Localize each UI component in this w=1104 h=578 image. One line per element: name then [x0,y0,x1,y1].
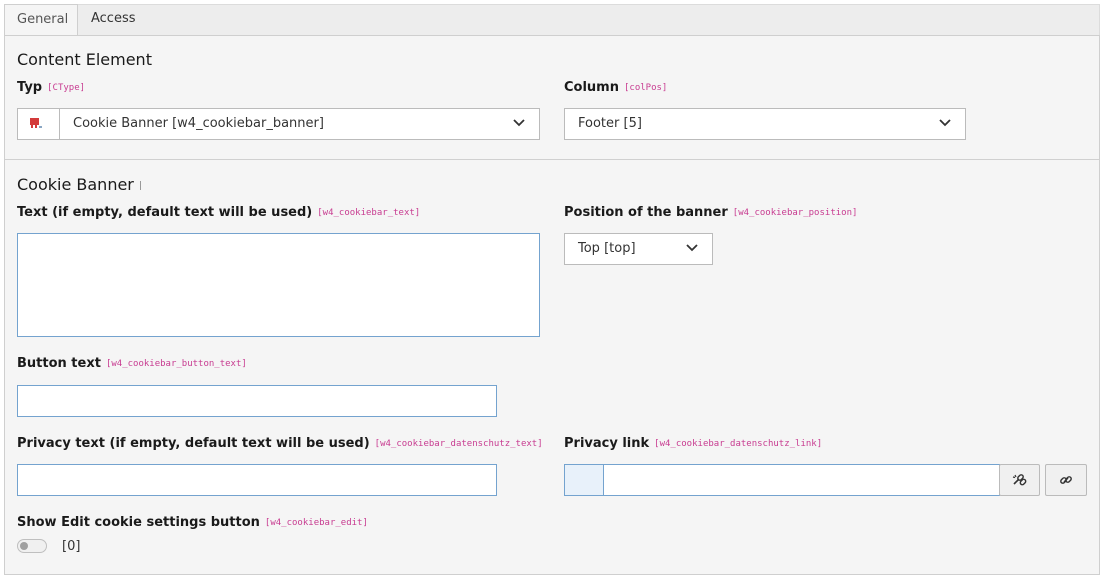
privacy-link-label: Privacy link [w4_cookiebar_datenschutz_li… [564,436,822,451]
edit-button-field-code: [w4_cookiebar_edit] [264,518,368,528]
position-select[interactable]: Top [top] [564,233,713,265]
toggle-knob [20,542,28,550]
button-text-field-code: [w4_cookiebar_button_text] [105,359,247,369]
chevron-down-icon [686,244,698,252]
privacy-text-input[interactable] [17,464,497,496]
typ-label: Typ [CType] [17,80,85,95]
button-text-input[interactable] [17,385,497,417]
privacy-link-field-code: [w4_cookiebar_datenschutz_link] [654,439,823,449]
privacy-link-addon [564,464,604,496]
link-wizard-icon [1012,474,1026,486]
section-title-content-element: Content Element [17,50,152,69]
typ-select[interactable]: Cookie Banner [w4_cookiebar_banner] [17,108,540,140]
form-panel: Content Element Typ [CType] Cookie Banner… [4,35,1100,575]
privacy-link-input[interactable] [603,464,1000,496]
typ-select-value: Cookie Banner [w4_cookiebar_banner] [73,116,324,131]
privacy-link-label-text: Privacy link [564,436,650,451]
link-button[interactable] [1045,464,1087,496]
tab-general[interactable]: General [4,4,78,37]
position-field-code: [w4_cookiebar_position] [732,208,858,218]
tab-access[interactable]: Access [79,4,145,37]
section-title-text: Content Element [17,50,152,69]
section-title-marker [139,181,141,190]
column-field-code: [colPos] [623,83,668,93]
edit-button-toggle[interactable] [17,539,47,553]
column-label-text: Column [564,80,619,95]
text-label-text: Text (if empty, default text will be use… [17,205,313,220]
column-select-value: Footer [5] [578,116,642,131]
tab-bar: General Access [4,4,1100,37]
chevron-down-icon [939,119,951,127]
section-divider [5,159,1099,160]
privacy-text-label-text: Privacy text (if empty, default text wil… [17,436,370,451]
edit-button-label: Show Edit cookie settings button [w4_cook… [17,515,368,530]
position-label-text: Position of the banner [564,205,728,220]
link-icon [1060,476,1072,484]
section-title-cookie-banner: Cookie Banner [17,175,141,194]
edit-button-label-text: Show Edit cookie settings button [17,515,260,530]
position-select-value: Top [top] [578,241,636,256]
text-field-code: [w4_cookiebar_text] [317,208,421,218]
position-label: Position of the banner [w4_cookiebar_posi… [564,205,857,220]
typ-field-code: [CType] [47,83,86,93]
link-wizard-button[interactable] [999,464,1040,496]
privacy-text-field-code: [w4_cookiebar_datenschutz_text] [374,439,543,449]
column-select[interactable]: Footer [5] [564,108,966,140]
button-text-label: Button text [w4_cookiebar_button_text] [17,356,247,371]
column-label: Column [colPos] [564,80,667,95]
typ-label-text: Typ [17,80,43,95]
privacy-text-label: Privacy text (if empty, default text wil… [17,436,543,451]
text-textarea[interactable] [17,233,540,337]
chevron-down-icon [513,119,525,127]
text-label: Text (if empty, default text will be use… [17,205,420,220]
cookie-banner-content-icon [30,118,42,128]
button-text-label-text: Button text [17,356,101,371]
typ-icon-box [18,109,60,139]
section-title-text: Cookie Banner [17,175,134,194]
edit-button-toggle-value: [0] [62,539,81,554]
